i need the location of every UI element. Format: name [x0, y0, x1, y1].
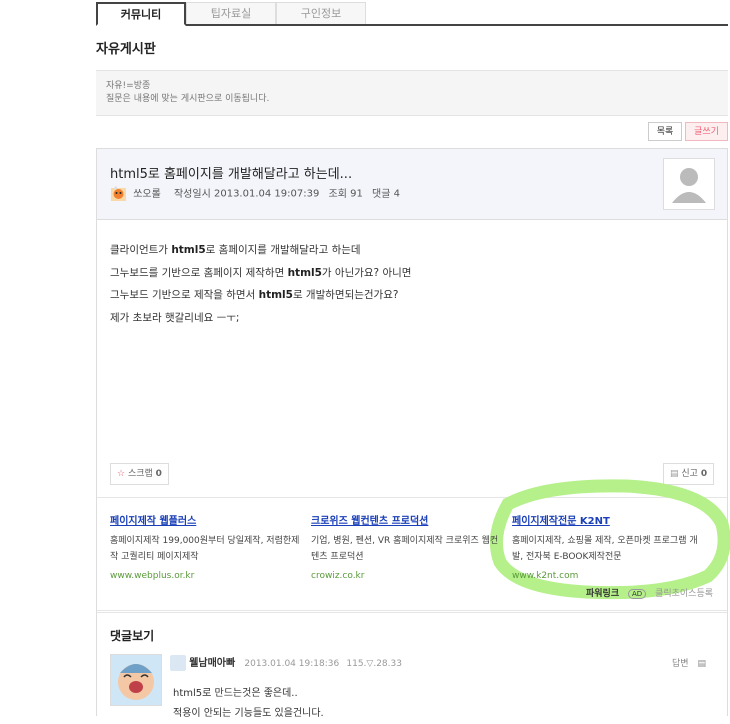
views-label: 조회	[328, 188, 347, 200]
post-body-text: html5	[171, 244, 206, 256]
ad-item[interactable]: 페이지제작전문 K2NT 홈페이지제작, 쇼핑몰 제작, 오픈마켓 프로그램 개…	[512, 512, 702, 581]
post-body-line: 클라이언트가 html5로 홈페이지를 개발해달라고 하는데	[110, 239, 411, 262]
baby-photo-icon	[118, 664, 154, 700]
post-body-text: 그누보드 기반으로 제작을 하면서	[110, 289, 259, 301]
tab-tips[interactable]: 팁자료실	[186, 2, 276, 24]
tab-bar: 커뮤니티 팁자료실 구인정보	[96, 2, 728, 26]
post-comment-count: 4	[393, 188, 401, 200]
ad-desc: 홈페이지제작 199,000원부터 당일제작, 저렴한제작 고퀄리티 페이지제작	[110, 536, 300, 562]
post-date: 2013.01.04 19:07:39	[213, 188, 320, 200]
ad-item[interactable]: 크로위즈 웹컨텐츠 프로덕션 기업, 병원, 펜션, VR 홈페이지제작 크로위…	[311, 512, 501, 581]
comment-report-icon[interactable]: ▤	[697, 659, 706, 669]
commenter-avatar	[110, 654, 162, 706]
ad-item[interactable]: 페이지제작 웹플러스 홈페이지제작 199,000원부터 당일제작, 저렴한제작…	[110, 512, 300, 581]
author-icon	[110, 185, 127, 202]
ad-title[interactable]: 크로위즈 웹컨텐츠 프로덕션	[311, 512, 501, 527]
post-body-text: 로 개발하면되는건가요?	[292, 289, 399, 301]
tab-jobs[interactable]: 구인정보	[276, 2, 366, 24]
star-icon: ☆	[117, 469, 126, 479]
ad-url[interactable]: www.webplus.or.kr	[110, 571, 300, 581]
description-line2: 질문은 내용에 맞는 게시판으로 이동됩니다.	[106, 94, 270, 104]
author-avatar	[663, 158, 715, 210]
post-body-text: 가 아닌가요? 아니면	[321, 266, 412, 279]
post-views: 91	[350, 188, 363, 200]
ad-desc: 홈페이지제작, 쇼핑몰 제작, 오픈마켓 프로그램 개발, 전자북 E-BOOK…	[512, 536, 698, 562]
post-body-text: 제가 초보라 햇갈리네요 ㅡㅜ;	[110, 311, 240, 324]
ad-url[interactable]: crowiz.co.kr	[311, 571, 501, 581]
ad-url[interactable]: www.k2nt.com	[512, 571, 702, 581]
comments-label: 댓글	[372, 188, 391, 200]
board-title: 자유게시판	[96, 42, 156, 57]
post-meta: 쏘오롤 작성일시 2013.01.04 19:07:39 조회 91 댓글 4	[110, 185, 400, 203]
ad-title[interactable]: 페이지제작전문 K2NT	[512, 512, 702, 527]
post-body-line: 그누보드를 기반으로 홈페이지 제작하면 html5가 아닌가요? 아니면	[110, 262, 411, 285]
comments-title: 댓글보기	[110, 629, 155, 643]
powerlink-footer: 파워링크 AD 클릭초이스등록	[586, 586, 713, 599]
comment-author[interactable]: 웰남매아빠	[189, 658, 235, 669]
post-container	[96, 148, 728, 716]
commenter-icon	[170, 655, 186, 671]
ad-desc: 기업, 병원, 펜션, VR 홈페이지제작 크로위즈 웹컨텐츠 프로덕션	[311, 536, 499, 562]
ad-title[interactable]: 페이지제작 웹플러스	[110, 512, 300, 527]
comment-ip: 115.▽.28.33	[346, 659, 402, 669]
default-avatar-icon	[672, 168, 706, 203]
ad-badge: AD	[628, 589, 647, 599]
post-body-line: 제가 초보라 햇갈리네요 ㅡㅜ;	[110, 307, 411, 330]
post-body-text: 그누보드를 기반으로 홈페이지 제작하면	[110, 266, 288, 279]
comment-reply-button[interactable]: 답변 ▤	[672, 656, 706, 669]
post-body-line: 그누보드 기반으로 제작을 하면서 html5로 개발하면되는건가요?	[110, 284, 411, 307]
board-description: 자유!=방종 질문은 내용에 맞는 게시판으로 이동됩니다.	[96, 70, 728, 116]
post-title: html5로 홈페이지를 개발해달라고 하는데...	[110, 167, 353, 182]
post-body-text: html5	[258, 289, 293, 301]
date-label: 작성일시	[173, 188, 211, 200]
divider	[97, 612, 727, 613]
comment-meta: 웰남매아빠 2013.01.04 19:18:36 115.▽.28.33	[170, 654, 402, 671]
comment-date: 2013.01.04 19:18:36	[244, 659, 340, 669]
clickchoice-register-link[interactable]: 클릭초이스등록	[655, 589, 713, 599]
write-button[interactable]: 글쓰기	[685, 122, 728, 141]
list-button[interactable]: 목록	[648, 122, 682, 141]
tab-community[interactable]: 커뮤니티	[96, 2, 186, 26]
comment-line: 적용이 안되는 기능들도 있을건니다.	[173, 708, 324, 719]
powerlink-label: 파워링크	[586, 589, 620, 599]
description-line1: 자유!=방종	[106, 81, 151, 91]
post-body-text: 클라이언트가	[110, 244, 172, 256]
post-body: 클라이언트가 html5로 홈페이지를 개발해달라고 하는데 그누보드를 기반으로…	[110, 239, 411, 329]
scrap-button[interactable]: ☆ 스크랩 0	[110, 463, 169, 485]
comment-line: html5로 만드는것은 좋은데..	[173, 688, 298, 699]
post-header	[96, 148, 728, 220]
post-body-text: 로 홈페이지를 개발해달라고 하는데	[205, 244, 361, 256]
post-author[interactable]: 쏘오롤	[133, 189, 161, 200]
post-body-text: html5	[287, 266, 322, 279]
comment-body: html5로 만드는것은 좋은데.. 적용이 안되는 기능들도 있을건니다.	[173, 684, 324, 724]
